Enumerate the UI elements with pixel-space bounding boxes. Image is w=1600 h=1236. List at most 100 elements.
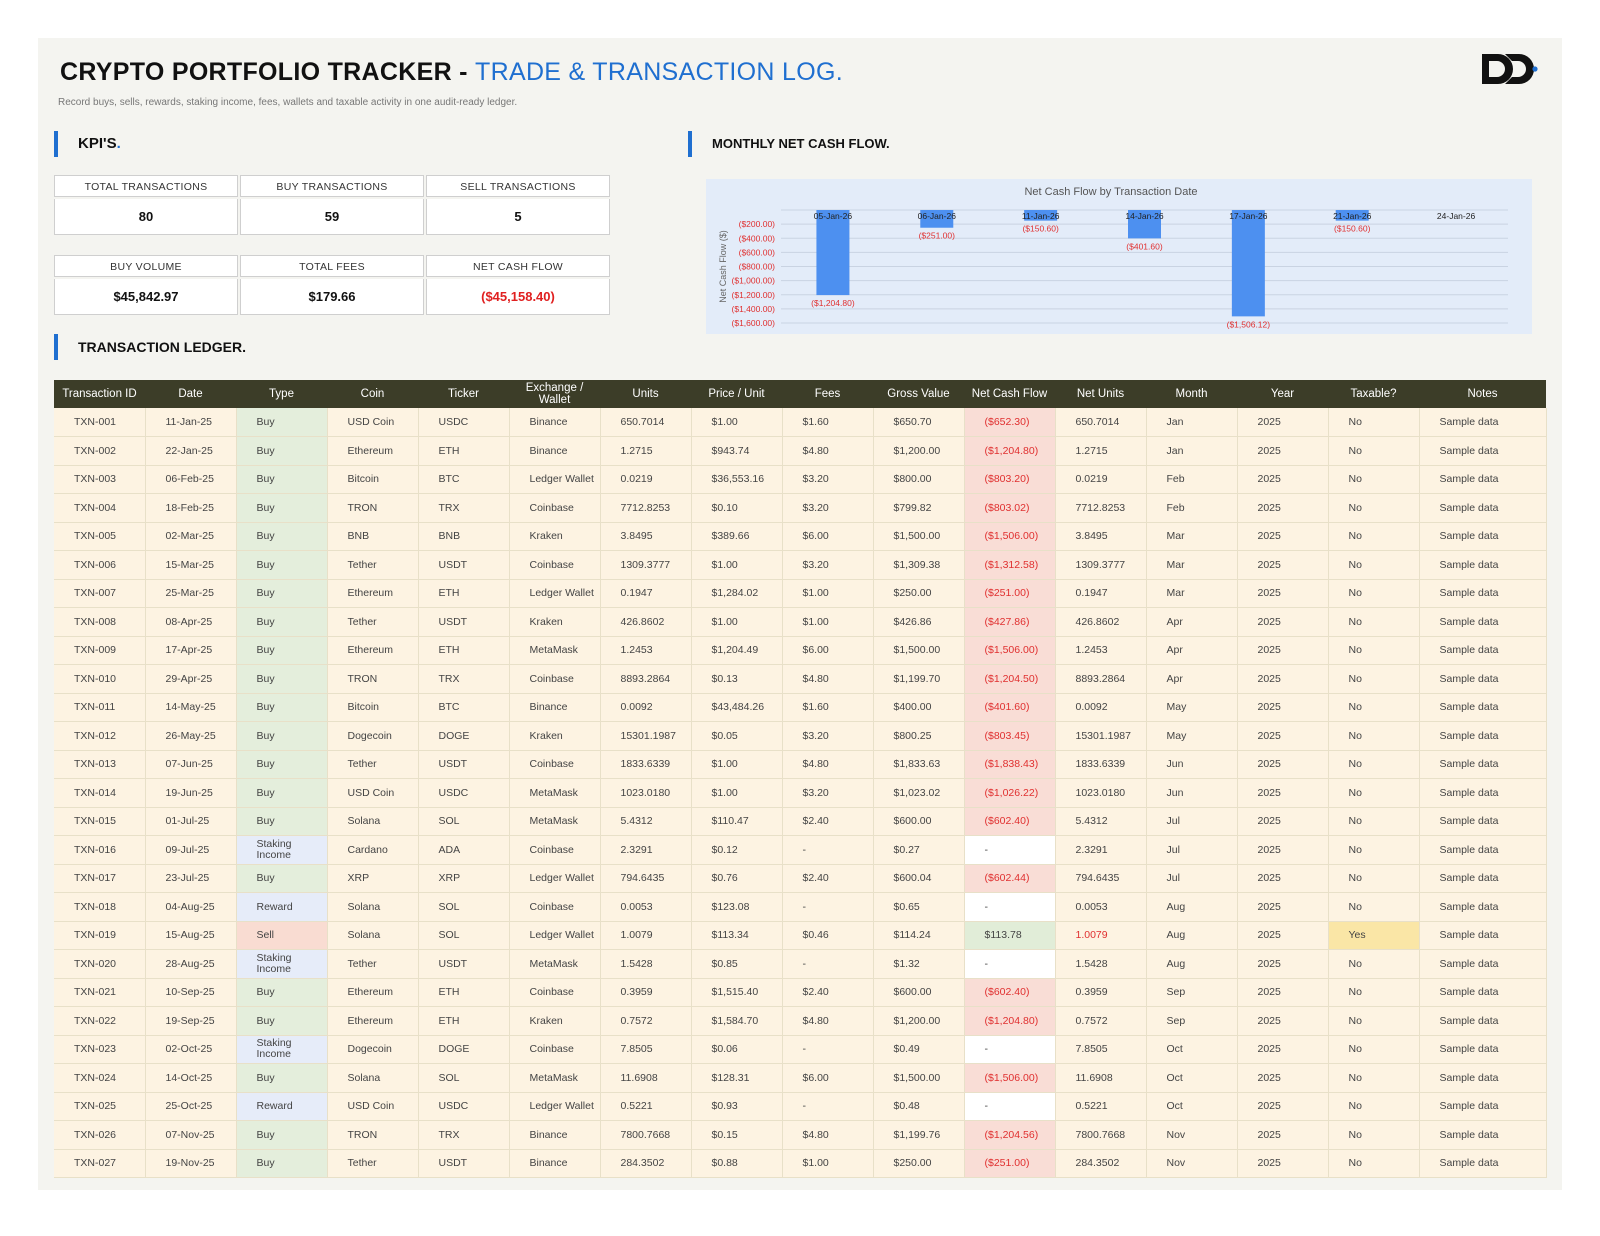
table-cell: ($427.86) xyxy=(964,607,1056,637)
table-cell: Jan xyxy=(1146,408,1238,437)
table-cell: Dogecoin xyxy=(327,721,419,751)
table-cell: TXN-014 xyxy=(54,778,146,808)
table-cell: 22-Jan-25 xyxy=(145,436,237,466)
table-cell: 1.5428 xyxy=(1055,949,1147,979)
table-cell: 1.0079 xyxy=(1055,921,1147,950)
table-cell: 2025 xyxy=(1237,1092,1329,1121)
table-cell: Tether xyxy=(327,1149,419,1178)
table-cell: Kraken xyxy=(509,721,601,751)
table-cell: ($1,204.50) xyxy=(964,664,1056,694)
table-cell: 01-Jul-25 xyxy=(145,807,237,836)
table-cell: Buy xyxy=(236,636,328,665)
table-cell: MetaMask xyxy=(509,778,601,808)
column-header: Taxable? xyxy=(1328,380,1419,408)
table-cell: Apr xyxy=(1146,636,1238,665)
table-cell: $1.00 xyxy=(782,1149,874,1178)
table-cell: Kraken xyxy=(509,1006,601,1036)
table-cell: 2025 xyxy=(1237,750,1329,779)
table-cell: $113.34 xyxy=(691,921,783,950)
y-tick-label: ($600.00) xyxy=(739,247,776,257)
table-cell: Buy xyxy=(236,807,328,836)
table-cell: 3.8495 xyxy=(600,522,692,551)
table-cell: $600.00 xyxy=(873,978,965,1007)
table-cell: Sep xyxy=(1146,1006,1238,1036)
table-cell: ($251.00) xyxy=(964,579,1056,608)
page-title-accent: TRADE & TRANSACTION LOG. xyxy=(475,58,843,86)
kpi-label: TOTAL FEES xyxy=(240,255,424,277)
table-cell: $0.88 xyxy=(691,1149,783,1178)
table-cell: USDC xyxy=(418,408,510,437)
table-row: TXN-019 15-Aug-25 Sell Solana SOL Ledger Wall… xyxy=(54,921,1547,950)
data-label: ($1,204.80) xyxy=(811,298,855,308)
y-tick-label: ($1,000.00) xyxy=(732,276,776,286)
table-cell: Buy xyxy=(236,579,328,608)
table-cell: Solana xyxy=(327,921,419,950)
table-cell: Coinbase xyxy=(509,664,601,694)
table-cell: 11.6908 xyxy=(600,1063,692,1093)
table-cell: Buy xyxy=(236,864,328,893)
kpi-row-counts: TOTAL TRANSACTIONS 80 BUY TRANSACTIONS 5… xyxy=(54,175,610,235)
page-title: CRYPTO PORTFOLIO TRACKER - TRADE & TRANS… xyxy=(60,58,843,86)
table-cell: $0.65 xyxy=(873,892,965,922)
table-cell: $1.00 xyxy=(691,778,783,808)
kpi-card-net-cash-flow: NET CASH FLOW ($45,158.40) xyxy=(426,255,610,315)
table-cell: - xyxy=(964,892,1056,922)
table-cell: 2025 xyxy=(1237,408,1329,437)
y-tick-label: ($200.00) xyxy=(739,219,776,229)
table-cell: $1,284.02 xyxy=(691,579,783,608)
column-header: Type xyxy=(236,380,327,408)
table-cell: 0.5221 xyxy=(1055,1092,1147,1121)
table-cell: 1.2453 xyxy=(1055,636,1147,665)
table-cell: TRX xyxy=(418,1120,510,1150)
table-cell: No xyxy=(1328,1120,1420,1150)
table-cell: ($803.20) xyxy=(964,465,1056,494)
table-cell: TXN-002 xyxy=(54,436,146,466)
table-cell: Binance xyxy=(509,1149,601,1178)
bar xyxy=(816,210,850,296)
table-cell: 15-Aug-25 xyxy=(145,921,237,950)
table-cell: $4.80 xyxy=(782,1120,874,1150)
table-cell: $2.40 xyxy=(782,978,874,1007)
table-cell: 17-Apr-25 xyxy=(145,636,237,665)
table-cell: Sample data xyxy=(1419,949,1547,979)
table-cell: Buy xyxy=(236,1149,328,1178)
table-cell: Sample data xyxy=(1419,778,1547,808)
table-cell: $0.05 xyxy=(691,721,783,751)
table-cell: Apr xyxy=(1146,607,1238,637)
table-cell: No xyxy=(1328,864,1420,893)
table-cell: $0.12 xyxy=(691,835,783,865)
table-cell: 19-Nov-25 xyxy=(145,1149,237,1178)
chart-svg: Net Cash Flow by Transaction Date ($200.0… xyxy=(718,186,1508,329)
data-label: ($150.60) xyxy=(1022,224,1059,234)
table-cell: 26-May-25 xyxy=(145,721,237,751)
table-cell: $1.32 xyxy=(873,949,965,979)
table-cell: Sample data xyxy=(1419,550,1547,580)
table-cell: $0.49 xyxy=(873,1035,965,1064)
table-cell: 2025 xyxy=(1237,550,1329,580)
column-header: Net Units xyxy=(1055,380,1146,408)
table-row: TXN-015 01-Jul-25 Buy Solana SOL MetaMask 5.43… xyxy=(54,807,1547,836)
table-cell: Buy xyxy=(236,408,328,437)
table-cell: Tether xyxy=(327,750,419,779)
table-cell: Tether xyxy=(327,550,419,580)
table-cell: TXN-023 xyxy=(54,1035,146,1064)
table-cell: 2025 xyxy=(1237,493,1329,523)
table-cell: $3.20 xyxy=(782,493,874,523)
dd-logo-icon xyxy=(1482,54,1538,84)
column-header: Gross Value xyxy=(873,380,964,408)
table-cell: Oct xyxy=(1146,1035,1238,1064)
kpi-row-amounts: BUY VOLUME $45,842.97 TOTAL FEES $179.66… xyxy=(54,255,610,315)
table-cell: $0.27 xyxy=(873,835,965,865)
kpi-label: SELL TRANSACTIONS xyxy=(426,175,610,197)
table-cell: MetaMask xyxy=(509,807,601,836)
table-cell: 8893.2864 xyxy=(1055,664,1147,694)
table-cell: Binance xyxy=(509,693,601,722)
table-cell: No xyxy=(1328,664,1420,694)
table-cell: $6.00 xyxy=(782,636,874,665)
table-cell: No xyxy=(1328,465,1420,494)
table-cell: TXN-021 xyxy=(54,978,146,1007)
table-cell: 11-Jan-25 xyxy=(145,408,237,437)
table-cell: Sample data xyxy=(1419,1063,1547,1093)
y-tick-label: ($400.00) xyxy=(739,233,776,243)
data-label: ($401.60) xyxy=(1126,241,1163,251)
